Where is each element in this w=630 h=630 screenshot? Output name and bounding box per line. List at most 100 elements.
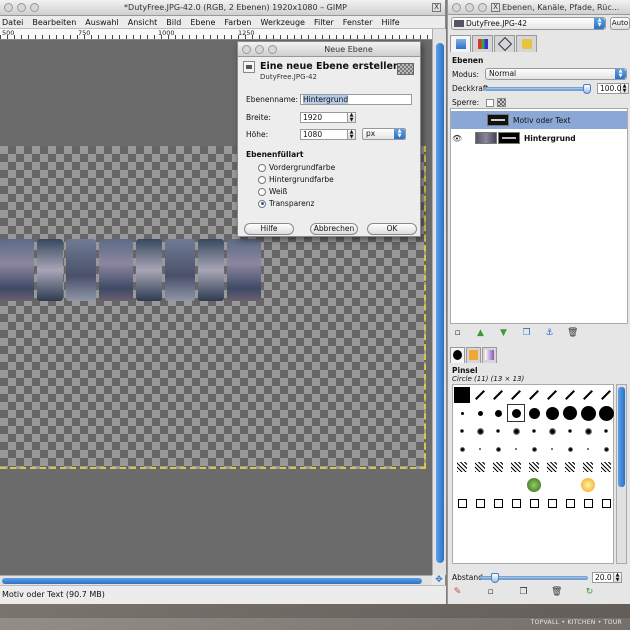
brush-preset[interactable]: [508, 459, 524, 475]
tab-paths[interactable]: [494, 35, 515, 52]
radio-transparency[interactable]: [258, 199, 266, 208]
dock-minimize-button[interactable]: [465, 2, 474, 12]
new-layer-icon[interactable]: ▫: [452, 328, 463, 339]
brush-preset[interactable]: [598, 405, 614, 421]
brush-preset[interactable]: [526, 495, 542, 511]
brush-preset[interactable]: [598, 387, 614, 403]
auto-button[interactable]: Auto: [610, 17, 630, 30]
brush-preset[interactable]: [526, 477, 542, 493]
raise-layer-icon[interactable]: ▲: [475, 328, 486, 339]
fill-option-transparency[interactable]: Transparenz: [258, 199, 314, 208]
brush-preset[interactable]: [472, 387, 488, 403]
lock-alpha-icon[interactable]: [497, 98, 506, 107]
brush-preset[interactable]: [454, 495, 470, 511]
brush-preset[interactable]: [508, 387, 524, 403]
brush-preset[interactable]: [472, 495, 488, 511]
opacity-input[interactable]: 100.0: [597, 83, 621, 94]
width-spinner[interactable]: ▲ ▼: [348, 112, 356, 123]
brush-preset[interactable]: [454, 405, 470, 421]
ok-button[interactable]: OK: [367, 223, 417, 235]
new-brush-icon[interactable]: ▫: [485, 587, 496, 598]
menu-bearbeiten[interactable]: Bearbeiten: [32, 18, 76, 27]
opacity-spinner[interactable]: ▲ ▼: [621, 83, 629, 94]
menu-werkzeuge[interactable]: Werkzeuge: [261, 18, 305, 27]
brush-preset[interactable]: [562, 459, 578, 475]
menu-hilfe[interactable]: Hilfe: [381, 18, 399, 27]
brush-preset[interactable]: [526, 441, 542, 457]
brush-preset[interactable]: [562, 423, 578, 439]
brush-preset[interactable]: [454, 387, 470, 403]
menu-fenster[interactable]: Fenster: [343, 18, 373, 27]
brush-preset[interactable]: [562, 405, 578, 421]
vertical-scroll-thumb[interactable]: [436, 43, 444, 563]
brush-preset[interactable]: [544, 441, 560, 457]
refresh-brushes-icon[interactable]: ↻: [584, 587, 595, 598]
height-spinner[interactable]: ▲ ▼: [348, 128, 356, 140]
fill-option-white[interactable]: Weiß: [258, 187, 287, 196]
brush-preset[interactable]: [598, 441, 614, 457]
layer-row[interactable]: 👁 Hintergrund: [451, 129, 627, 147]
brush-preset[interactable]: [562, 387, 578, 403]
opacity-slider-knob[interactable]: [583, 83, 591, 94]
mode-select[interactable]: Normal ▲ ▼: [485, 68, 627, 80]
dock-titlebar[interactable]: X Ebenen, Kanäle, Pfade, Rüc...: [448, 0, 630, 15]
brush-preset[interactable]: [544, 423, 560, 439]
brush-preset[interactable]: [580, 459, 596, 475]
radio-foreground[interactable]: [258, 163, 266, 172]
layer-name[interactable]: Motiv oder Text: [513, 116, 571, 125]
brush-preset[interactable]: [490, 387, 506, 403]
menu-ansicht[interactable]: Ansicht: [128, 18, 158, 27]
brush-preset[interactable]: [507, 404, 525, 422]
brush-preset[interactable]: [472, 405, 488, 421]
tab-gradients[interactable]: [482, 347, 497, 363]
horizontal-scrollbar[interactable]: [0, 575, 432, 585]
dialog-minimize-button[interactable]: [255, 44, 264, 54]
brush-preset[interactable]: [526, 387, 542, 403]
menu-datei[interactable]: Datei: [2, 18, 23, 27]
navigate-icon[interactable]: ✥: [432, 575, 446, 585]
brush-preset[interactable]: [472, 423, 488, 439]
menu-bild[interactable]: Bild: [166, 18, 181, 27]
brush-preset[interactable]: [580, 423, 596, 439]
dock-zoom-button[interactable]: [478, 2, 487, 12]
brush-preset[interactable]: [544, 459, 560, 475]
eye-icon[interactable]: 👁: [451, 134, 463, 143]
brush-preset[interactable]: [454, 441, 470, 457]
brush-preset[interactable]: [562, 495, 578, 511]
brush-preset[interactable]: [490, 441, 506, 457]
delete-layer-icon[interactable]: 🗑: [567, 328, 578, 339]
vertical-scrollbar[interactable]: [432, 29, 446, 575]
close-button[interactable]: [4, 3, 13, 12]
fill-option-background[interactable]: Hintergrundfarbe: [258, 175, 334, 184]
menu-filter[interactable]: Filter: [314, 18, 334, 27]
brush-preset[interactable]: [526, 405, 542, 421]
brush-preset[interactable]: [580, 387, 596, 403]
brush-preset[interactable]: [490, 459, 506, 475]
layer-mask-thumbnail[interactable]: [498, 132, 520, 144]
lock-pixels-checkbox[interactable]: [486, 98, 494, 107]
help-button[interactable]: Hilfe: [244, 223, 294, 235]
brush-preset[interactable]: [580, 495, 596, 511]
cancel-button[interactable]: Abbrechen: [310, 223, 358, 235]
brush-preset[interactable]: [508, 495, 524, 511]
image-window-titlebar[interactable]: *DutyFree.JPG-42.0 (RGB, 2 Ebenen) 1920x…: [0, 0, 445, 16]
brush-preset[interactable]: [472, 459, 488, 475]
dialog-titlebar[interactable]: Neue Ebene: [238, 42, 420, 57]
brush-preset[interactable]: [508, 423, 524, 439]
brush-preset[interactable]: [598, 423, 614, 439]
zoom-button[interactable]: [30, 3, 39, 12]
width-input[interactable]: 1920: [300, 112, 348, 123]
menu-farben[interactable]: Farben: [224, 18, 251, 27]
horizontal-ruler[interactable]: 500 750 1000 1250: [0, 29, 432, 40]
edit-brush-icon[interactable]: ✎: [452, 587, 463, 598]
brush-preset[interactable]: [580, 441, 596, 457]
tab-layers[interactable]: [450, 35, 471, 52]
spacing-slider[interactable]: [480, 572, 588, 583]
tab-patterns[interactable]: [466, 347, 481, 363]
dialog-zoom-button[interactable]: [268, 44, 277, 54]
brush-preset[interactable]: [526, 423, 542, 439]
duplicate-layer-icon[interactable]: ❐: [521, 328, 532, 339]
brush-preset[interactable]: [490, 405, 506, 421]
brush-preset[interactable]: [544, 405, 560, 421]
brush-preset[interactable]: [544, 495, 560, 511]
